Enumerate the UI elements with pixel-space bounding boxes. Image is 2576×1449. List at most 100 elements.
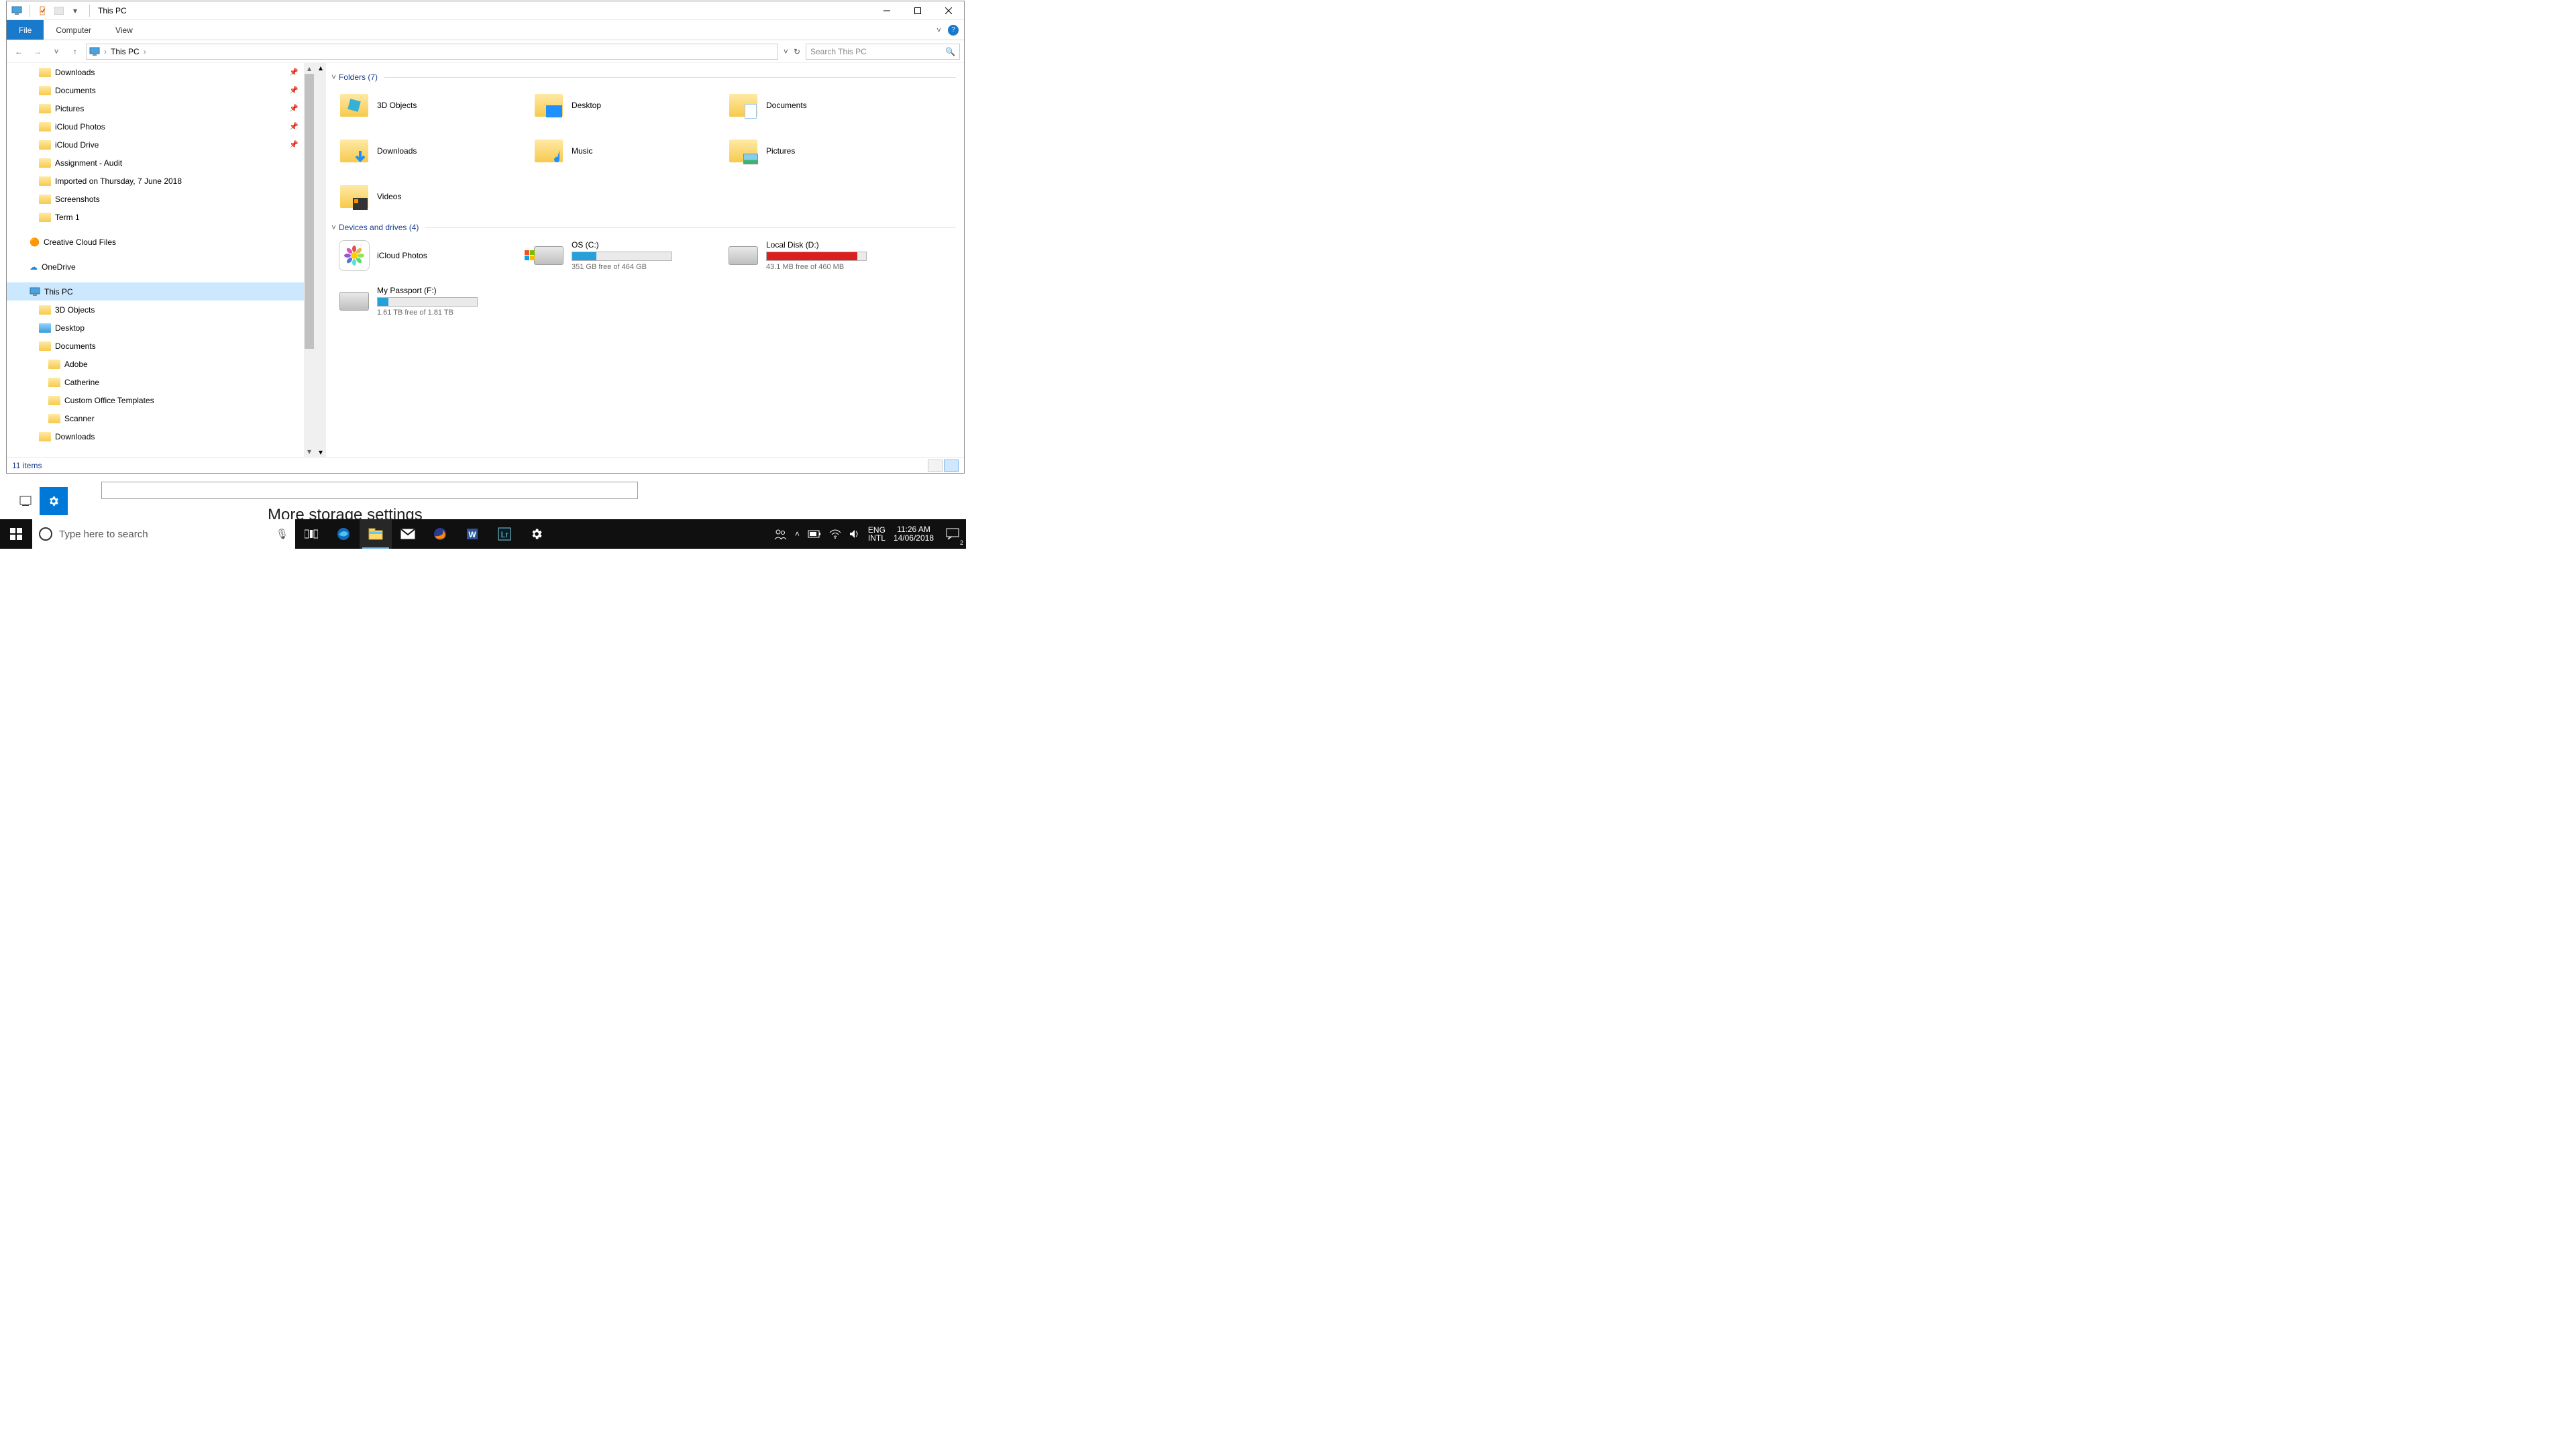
qat-dropdown-icon[interactable]: ▾ xyxy=(68,3,83,18)
details-view-button[interactable] xyxy=(928,460,943,472)
close-button[interactable] xyxy=(933,1,964,20)
recent-locations-button[interactable]: ˅ xyxy=(48,44,64,60)
nav-onedrive[interactable]: ☁OneDrive xyxy=(7,258,304,276)
taskbar-app-settings[interactable] xyxy=(521,519,553,549)
taskbar-app-word[interactable]: W xyxy=(456,519,488,549)
nav-scrollbar[interactable]: ▴ ▾ xyxy=(304,63,315,457)
chevron-right-icon[interactable]: › xyxy=(144,47,146,56)
nav-doc-child[interactable]: Scanner xyxy=(7,409,304,427)
tiles-view-button[interactable] xyxy=(944,460,959,472)
help-button[interactable]: ? xyxy=(948,25,959,36)
folder-icon xyxy=(39,86,51,95)
forward-button[interactable]: → xyxy=(30,44,46,60)
folder-tile[interactable]: Desktop xyxy=(530,85,724,126)
task-view-button[interactable] xyxy=(295,519,327,549)
folder-icon xyxy=(39,213,51,222)
nav-doc-child[interactable]: Catherine xyxy=(7,373,304,391)
system-tray: ˄ ENG INTL 11:26 AM 14/06/2018 xyxy=(768,519,939,549)
folder-tile[interactable]: Music xyxy=(530,130,724,172)
file-explorer-window: ▾ This PC File Computer View ˅ ? ← → ˅ xyxy=(6,1,965,474)
group-header-drives[interactable]: ˅ Devices and drives (4) xyxy=(331,223,956,232)
breadcrumb-this-pc[interactable]: This PC xyxy=(111,47,140,56)
background-text-field[interactable] xyxy=(101,482,638,499)
tray-overflow-icon[interactable]: ˄ xyxy=(795,529,800,539)
nav-pc-child[interactable]: 3D Objects xyxy=(7,301,304,319)
folder-tile[interactable]: Documents xyxy=(724,85,919,126)
nav-quick-item[interactable]: Screenshots xyxy=(7,190,304,208)
search-input[interactable]: Search This PC 🔍 xyxy=(806,44,960,60)
nav-doc-child[interactable]: Custom Office Templates xyxy=(7,391,304,409)
tablet-mode-icon[interactable] xyxy=(11,487,40,515)
nav-quick-item[interactable]: Pictures📌 xyxy=(7,99,304,117)
nav-quick-item[interactable]: Downloads📌 xyxy=(7,63,304,81)
content-pane: ▴ ▾ ˅ Folders (7) 3D ObjectsDesktopDocum… xyxy=(315,63,964,457)
people-icon[interactable] xyxy=(773,528,787,540)
wifi-icon[interactable] xyxy=(829,529,841,539)
scroll-thumb[interactable] xyxy=(305,74,314,349)
folder-tile[interactable]: Downloads xyxy=(335,130,530,172)
nav-quick-item[interactable]: Assignment - Audit xyxy=(7,154,304,172)
address-dropdown-icon[interactable]: ˅ xyxy=(784,47,788,56)
content-scrollbar[interactable]: ▴ ▾ xyxy=(315,63,326,457)
drive-tile[interactable]: OS (C:)351 GB free of 464 GB xyxy=(530,235,724,276)
up-button[interactable]: ↑ xyxy=(67,44,83,60)
scroll-down-icon[interactable]: ▾ xyxy=(319,447,323,457)
nav-quick-item[interactable]: Term 1 xyxy=(7,208,304,226)
nav-quick-item[interactable]: Imported on Thursday, 7 June 2018 xyxy=(7,172,304,190)
folder-icon xyxy=(39,432,51,441)
nav-creative-cloud[interactable]: 🟠Creative Cloud Files xyxy=(7,233,304,251)
battery-icon[interactable] xyxy=(808,530,821,538)
action-center-button[interactable]: 2 xyxy=(939,519,966,549)
nav-doc-child[interactable]: Adobe xyxy=(7,355,304,373)
scroll-down-icon[interactable]: ▾ xyxy=(304,446,315,457)
nav-quick-item[interactable]: iCloud Drive📌 xyxy=(7,136,304,154)
nav-downloads[interactable]: Downloads xyxy=(7,427,304,445)
volume-icon[interactable] xyxy=(849,529,860,539)
tab-view[interactable]: View xyxy=(103,20,145,40)
taskbar-app-mail[interactable] xyxy=(392,519,424,549)
refresh-button[interactable]: ↻ xyxy=(794,47,800,56)
nav-pc-child[interactable]: Documents xyxy=(7,337,304,355)
this-pc-icon[interactable] xyxy=(9,3,24,18)
drive-tile[interactable]: iCloud Photos xyxy=(335,235,530,276)
drive-tile[interactable]: Local Disk (D:)43.1 MB free of 460 MB xyxy=(724,235,919,276)
input-indicator[interactable]: ENG INTL xyxy=(868,526,885,542)
clock[interactable]: 11:26 AM 14/06/2018 xyxy=(894,525,934,543)
taskbar-app-lightroom[interactable]: Lr xyxy=(488,519,521,549)
nav-quick-item[interactable]: iCloud Photos📌 xyxy=(7,117,304,136)
ribbon-expand-icon[interactable]: ˅ xyxy=(936,25,941,35)
address-bar[interactable]: › This PC › xyxy=(86,44,778,60)
taskbar-search[interactable]: Type here to search 🎙 xyxy=(32,519,295,549)
start-button[interactable] xyxy=(0,519,32,549)
taskbar-app-explorer[interactable] xyxy=(360,519,392,549)
nav-pc-child[interactable]: Desktop xyxy=(7,319,304,337)
folder-tile[interactable]: Videos xyxy=(335,176,530,217)
tab-computer[interactable]: Computer xyxy=(44,20,103,40)
ribbon: File Computer View ˅ ? xyxy=(7,20,964,40)
scroll-up-icon[interactable]: ▴ xyxy=(319,63,323,72)
folder-tile[interactable]: 3D Objects xyxy=(335,85,530,126)
folder-tile[interactable]: Pictures xyxy=(724,130,919,172)
scroll-up-icon[interactable]: ▴ xyxy=(304,63,315,74)
maximize-button[interactable] xyxy=(902,1,933,20)
group-header-folders[interactable]: ˅ Folders (7) xyxy=(331,72,956,82)
nav-this-pc[interactable]: This PC xyxy=(7,282,304,301)
chevron-right-icon[interactable]: › xyxy=(104,47,107,56)
quick-access-toolbar: ▾ xyxy=(7,3,85,18)
chevron-down-icon[interactable]: ˅ xyxy=(331,72,336,82)
nav-quick-item[interactable]: Documents📌 xyxy=(7,81,304,99)
minimize-button[interactable] xyxy=(871,1,902,20)
properties-icon[interactable] xyxy=(36,3,50,18)
drive-tile[interactable]: My Passport (F:)1.61 TB free of 1.81 TB xyxy=(335,280,530,322)
pin-icon: 📌 xyxy=(289,104,299,113)
folder-icon xyxy=(533,89,565,121)
mic-icon[interactable]: 🎙 xyxy=(276,528,288,540)
taskbar-app-edge[interactable] xyxy=(327,519,360,549)
new-folder-icon[interactable] xyxy=(52,3,66,18)
back-button[interactable]: ← xyxy=(11,44,27,60)
chevron-down-icon[interactable]: ˅ xyxy=(331,223,336,232)
drive-usage-bar xyxy=(377,297,478,307)
taskbar-app-firefox[interactable] xyxy=(424,519,456,549)
settings-gear-icon[interactable] xyxy=(40,487,68,515)
tab-file[interactable]: File xyxy=(7,20,44,40)
